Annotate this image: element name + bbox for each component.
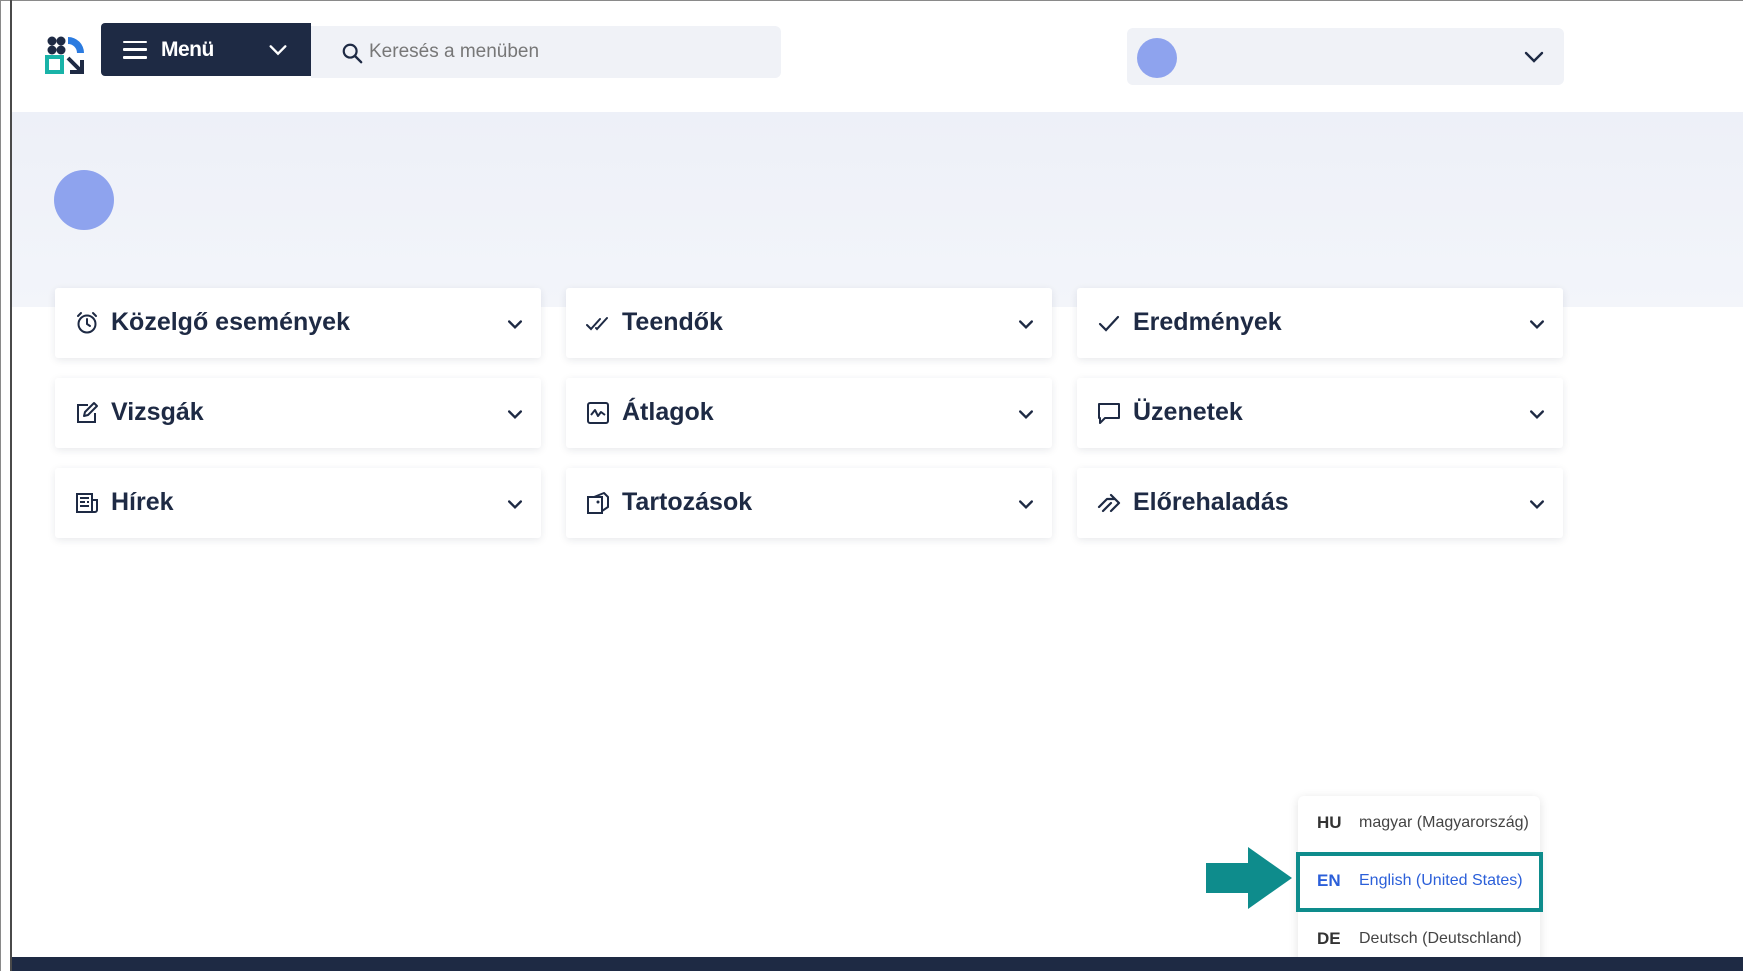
chat-bubble-icon	[1098, 403, 1120, 424]
widget-title: Tartozások	[622, 488, 753, 516]
chevron-down-icon	[1019, 410, 1033, 419]
chevron-down-icon	[1019, 500, 1033, 509]
profile-avatar[interactable]	[54, 170, 114, 230]
search-input[interactable]	[367, 40, 771, 64]
double-check-icon	[586, 317, 608, 331]
alarm-clock-icon	[77, 312, 97, 334]
menu-label: Menü	[161, 37, 214, 61]
language-option-hu[interactable]: HU magyar (Magyarország)	[1298, 796, 1540, 852]
widget-exams[interactable]: Vizsgák	[55, 378, 541, 448]
chevron-down-icon	[508, 320, 522, 329]
widget-title: Teendők	[622, 308, 723, 336]
arrow-right-icon	[1206, 847, 1292, 909]
footer-bar	[12, 957, 1743, 971]
search-icon	[342, 43, 363, 64]
chevron-down-icon	[508, 410, 522, 419]
edit-note-icon	[77, 402, 98, 423]
language-code: HU	[1317, 813, 1342, 832]
language-name: Deutsch (Deutschland)	[1359, 930, 1522, 947]
chart-line-icon	[587, 402, 609, 424]
widget-title: Átlagok	[622, 398, 714, 426]
widget-news[interactable]: Hírek	[55, 468, 541, 538]
hero-banner	[12, 112, 1743, 307]
chevron-down-icon	[1019, 320, 1033, 329]
chevron-down-icon	[1530, 500, 1544, 509]
widget-title: Üzenetek	[1133, 398, 1243, 426]
main-menu-button[interactable]: Menü	[101, 23, 311, 76]
widget-title: Előrehaladás	[1133, 488, 1289, 516]
chevron-down-icon	[1524, 51, 1544, 63]
widget-todos[interactable]: Teendők	[566, 288, 1052, 358]
selection-highlight	[1296, 852, 1543, 912]
chevron-down-icon	[1530, 320, 1544, 329]
hamburger-icon	[123, 40, 147, 59]
widget-title: Eredmények	[1133, 308, 1282, 336]
check-icon	[1098, 315, 1120, 332]
language-code: DE	[1317, 929, 1341, 948]
widget-title: Vizsgák	[111, 398, 204, 426]
language-name: magyar (Magyarország)	[1359, 814, 1529, 831]
widget-debts[interactable]: Tartozások	[566, 468, 1052, 538]
widget-title: Közelgő események	[111, 308, 350, 336]
user-avatar	[1137, 38, 1177, 78]
double-arrow-right-icon	[1097, 493, 1121, 513]
newspaper-icon	[76, 493, 98, 513]
widget-averages[interactable]: Átlagok	[566, 378, 1052, 448]
chevron-down-icon	[1530, 410, 1544, 419]
widget-progress[interactable]: Előrehaladás	[1077, 468, 1563, 538]
tag-icon	[587, 492, 609, 514]
chevron-down-icon	[269, 45, 287, 56]
menu-search[interactable]	[311, 26, 781, 78]
widget-results[interactable]: Eredmények	[1077, 288, 1563, 358]
widget-upcoming-events[interactable]: Közelgő események	[55, 288, 541, 358]
user-account-dropdown[interactable]	[1127, 28, 1564, 85]
widget-title: Hírek	[111, 488, 174, 516]
app-logo[interactable]	[44, 34, 86, 76]
chevron-down-icon	[508, 500, 522, 509]
widget-messages[interactable]: Üzenetek	[1077, 378, 1563, 448]
